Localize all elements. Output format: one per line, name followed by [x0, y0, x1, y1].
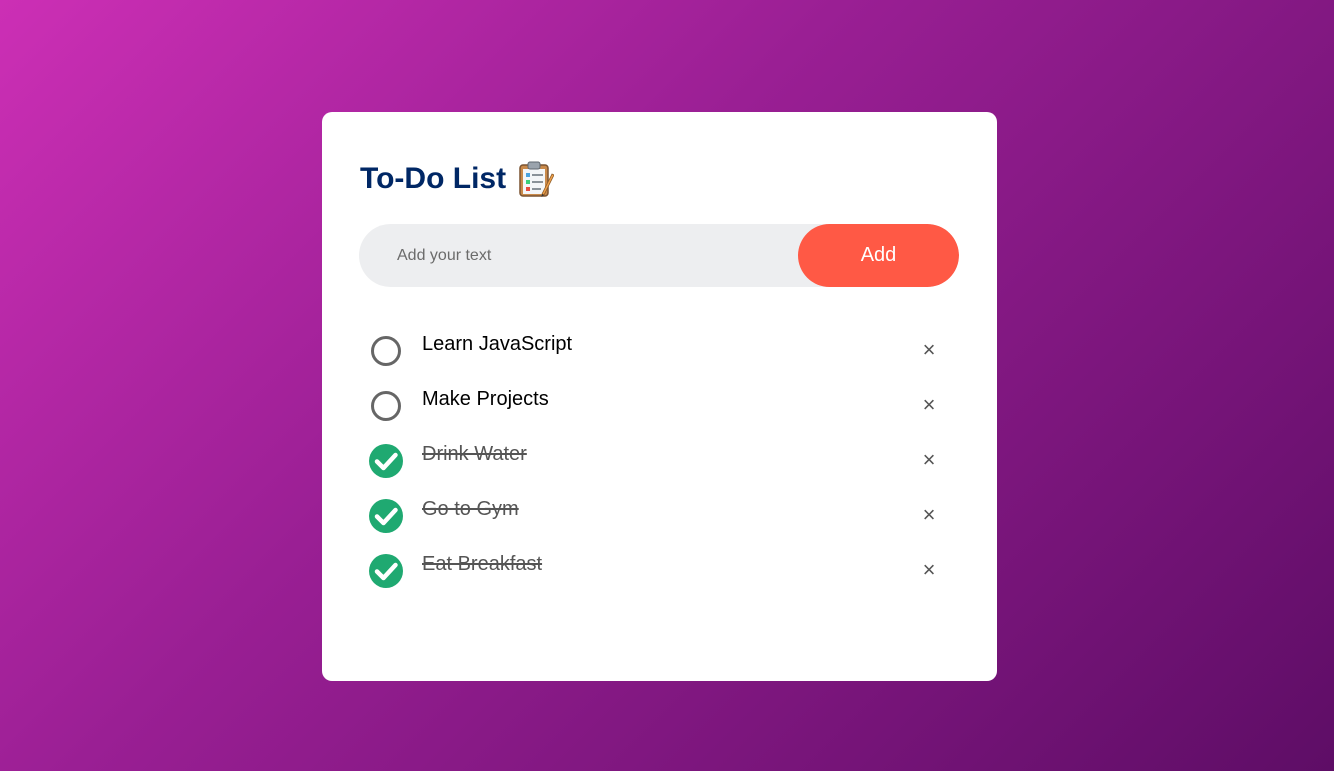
list-item[interactable]: Go to Gym ×: [360, 487, 960, 542]
list-item[interactable]: Drink Water ×: [360, 432, 960, 487]
list-item[interactable]: Eat Breakfast ×: [360, 542, 960, 597]
unchecked-circle-icon[interactable]: [368, 388, 404, 424]
close-icon[interactable]: ×: [914, 445, 944, 475]
task-label: Eat Breakfast: [422, 553, 543, 575]
task-label: Learn JavaScript: [422, 333, 573, 355]
checked-circle-icon[interactable]: [368, 443, 404, 479]
list-item[interactable]: Learn JavaScript ×: [360, 322, 960, 377]
clipboard-icon: [518, 160, 555, 198]
add-button[interactable]: Add: [798, 224, 959, 287]
task-label: Make Projects: [422, 388, 549, 410]
close-icon[interactable]: ×: [914, 500, 944, 530]
todo-card: To-Do List Add Learn JavaScript: [322, 112, 997, 681]
close-icon[interactable]: ×: [914, 335, 944, 365]
unchecked-circle-icon[interactable]: [368, 333, 404, 369]
task-input[interactable]: [359, 224, 798, 287]
close-icon[interactable]: ×: [914, 555, 944, 585]
header: To-Do List: [360, 160, 555, 198]
close-icon[interactable]: ×: [914, 390, 944, 420]
list-item[interactable]: Make Projects ×: [360, 377, 960, 432]
task-label: Drink Water: [422, 443, 527, 465]
checked-circle-icon[interactable]: [368, 498, 404, 534]
checked-circle-icon[interactable]: [368, 553, 404, 589]
task-label: Go to Gym: [422, 498, 519, 520]
task-list: Learn JavaScript × Make Projects × Drink…: [360, 322, 960, 597]
page-title: To-Do List: [360, 162, 507, 195]
add-task-bar: Add: [359, 224, 959, 287]
